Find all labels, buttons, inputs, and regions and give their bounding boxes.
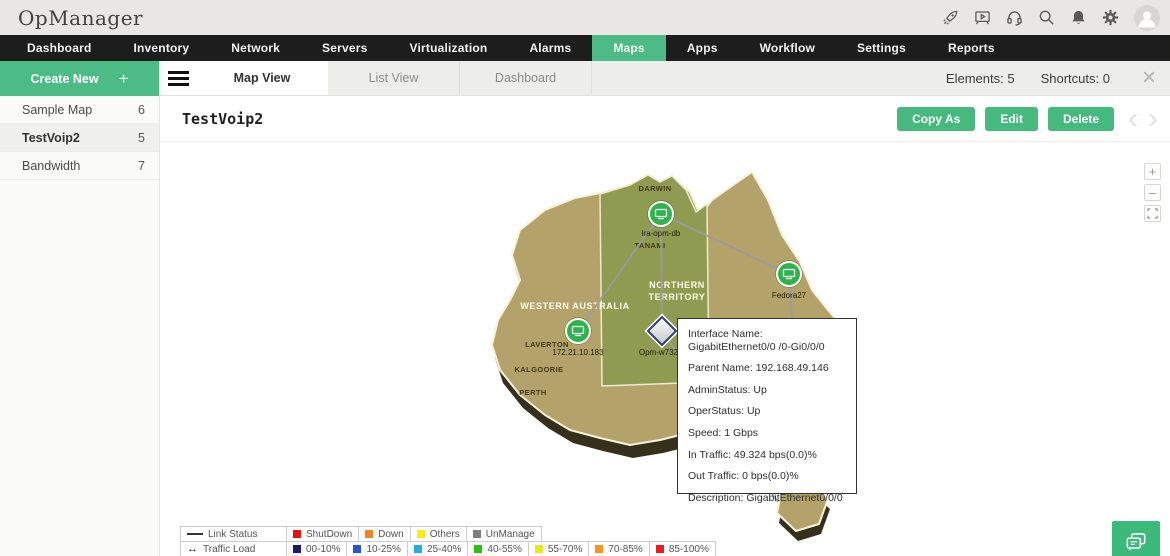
nav-item-workflow[interactable]: Workflow [739, 35, 836, 61]
top-bar: OpManager [0, 0, 1170, 35]
sidebar-item-sample-map[interactable]: Sample Map 6 [0, 96, 159, 124]
presentation-screen-icon[interactable] [974, 9, 991, 26]
sidebar-item-bandwidth[interactable]: Bandwidth 7 [0, 152, 159, 180]
tooltip-admin-status: AdminStatus: Up [688, 383, 767, 396]
zoom-out-button[interactable]: – [1144, 184, 1161, 201]
tooltip-in-traffic: In Traffic: 49.324 bps(0.0)% [688, 448, 817, 461]
label-kalgoorlie: KALGOORIE [514, 365, 563, 374]
tooltip-parent-name: Parent Name: 192.168.49.146 [688, 362, 829, 375]
create-new-button[interactable]: Create New + [0, 61, 159, 96]
map-name: Sample Map [22, 102, 93, 117]
legend-traffic-5: 70-85% [588, 541, 650, 556]
tooltip-description: Description: GigabitEthernet0/0/0 [688, 491, 843, 504]
next-map-chevron[interactable]: › [1148, 103, 1158, 134]
bell-icon[interactable] [1070, 9, 1087, 26]
nav-item-inventory[interactable]: Inventory [112, 35, 210, 61]
legend-link-status-row: Link Status ShutDown Down Others UnManag… [180, 526, 716, 542]
delete-button[interactable]: Delete [1047, 106, 1114, 131]
strip-info: Elements: 5 Shortcuts: 0 × [946, 61, 1170, 95]
node-label-fedora27: Fedora27 [772, 291, 807, 300]
sidebar-item-testvoip2[interactable]: TestVoip2 5 [0, 124, 159, 152]
search-icon[interactable] [1038, 9, 1055, 26]
double-arrow-icon: ↔ [187, 543, 198, 555]
label-western-australia: WESTERN AUSTRALIA [520, 301, 629, 311]
shortcuts-count: Shortcuts: 0 [1040, 70, 1110, 86]
legend-traffic-1: 10-25% [346, 541, 408, 556]
copy-as-button[interactable]: Copy As [897, 106, 976, 131]
tab-dashboard[interactable]: Dashboard [460, 61, 592, 95]
map-count: 5 [138, 130, 145, 145]
tooltip-speed: Speed: 1 Gbps [688, 426, 759, 439]
tab-map-view[interactable]: Map View [196, 61, 328, 95]
node-lra-opm-db[interactable] [647, 200, 675, 228]
legend-traffic-3: 40-55% [467, 541, 529, 556]
page-title: TestVoip2 [182, 109, 264, 128]
user-avatar[interactable] [1134, 4, 1160, 31]
label-perth: PERTH [519, 388, 546, 397]
link-line-icon [187, 533, 203, 535]
legend-traffic-load-header: ↔ Traffic Load [180, 541, 287, 556]
node-172-21-10-183[interactable] [564, 317, 592, 345]
tooltip-out-traffic: Out Traffic: 0 bps(0.0)% [688, 470, 799, 483]
zoom-in-button[interactable]: + [1144, 163, 1161, 180]
nav-item-dashboard[interactable]: Dashboard [6, 35, 112, 61]
legend-traffic-load-row: ↔ Traffic Load 00-10% 10-25% 25-40% 40-5… [180, 541, 716, 556]
nav-item-network[interactable]: Network [210, 35, 301, 61]
opmanager-app: OpManager Dashboard Inventory Network Se… [0, 0, 1170, 556]
map-count: 7 [138, 158, 145, 173]
tab-list-view[interactable]: List View [328, 61, 460, 95]
nav-item-settings[interactable]: Settings [836, 35, 927, 61]
headset-icon[interactable] [1006, 9, 1023, 26]
legend-others: Others [409, 526, 467, 542]
map-name: TestVoip2 [22, 130, 80, 145]
legend-down: Down [358, 526, 411, 542]
label-nt-2: TERRITORY [649, 292, 706, 302]
label-nt-1: NORTHERN [649, 280, 705, 290]
node-label-lra-opm-db: lra-opm-db [642, 229, 681, 238]
legend-traffic-2: 25-40% [406, 541, 469, 556]
node-label-172-21-10-183: 172.21.10.183 [552, 348, 604, 357]
tooltip-interface-name: Interface Name: GigabitEthernet0/0 /0-Gi… [688, 328, 825, 353]
label-darwin: DARWIN [638, 184, 671, 193]
nav-item-maps[interactable]: Maps [592, 35, 666, 61]
app-logo: OpManager [18, 5, 144, 30]
nav-item-servers[interactable]: Servers [301, 35, 388, 61]
legend-shutdown: ShutDown [286, 526, 360, 542]
nav-item-alarms[interactable]: Alarms [508, 35, 592, 61]
view-tab-strip: Map View List View Dashboard Elements: 5… [160, 61, 1170, 96]
chat-support-button[interactable] [1112, 521, 1160, 556]
menu-hamburger-icon[interactable] [160, 61, 196, 95]
nav-item-virtualization[interactable]: Virtualization [389, 35, 509, 61]
rocket-icon[interactable] [942, 9, 959, 26]
edit-button[interactable]: Edit [985, 106, 1038, 131]
gear-icon[interactable] [1102, 9, 1119, 26]
map-title-row: TestVoip2 Copy As Edit Delete ‹ › [160, 96, 1170, 142]
map-content: TestVoip2 Copy As Edit Delete ‹ › DARWIN… [160, 96, 1170, 556]
map-count: 6 [138, 102, 145, 117]
chat-bubbles-icon [1126, 533, 1146, 551]
nav-item-apps[interactable]: Apps [666, 35, 739, 61]
prev-map-chevron[interactable]: ‹ [1128, 103, 1138, 134]
nav-item-reports[interactable]: Reports [927, 35, 1016, 61]
map-legend: Link Status ShutDown Down Others UnManag… [180, 526, 716, 556]
map-name: Bandwidth [22, 158, 81, 173]
maps-sidebar: Create New + Sample Map 6 TestVoip2 5 Ba… [0, 61, 160, 556]
main-nav: Dashboard Inventory Network Servers Virt… [0, 35, 1170, 61]
elements-count: Elements: 5 [945, 70, 1015, 86]
map-actions: Copy As Edit Delete ‹ › [897, 103, 1158, 134]
legend-traffic-0: 00-10% [286, 541, 348, 556]
topbar-icons [942, 4, 1160, 31]
interface-tooltip: Interface Name: GigabitEthernet0/0 /0-Gi… [677, 318, 857, 504]
tooltip-oper-status: OperStatus: Up [688, 405, 761, 418]
legend-traffic-4: 55-70% [527, 541, 590, 556]
close-icon[interactable]: × [1142, 66, 1156, 90]
plus-icon: + [118, 68, 129, 88]
node-fedora27[interactable] [775, 260, 803, 288]
map-zoom-controls: + – [1144, 163, 1161, 222]
fit-screen-button[interactable] [1144, 205, 1161, 222]
create-new-label: Create New [30, 71, 99, 86]
legend-link-status-header: Link Status [180, 526, 287, 542]
legend-traffic-6: 85-100% [648, 541, 716, 556]
legend-unmanage: UnManage [465, 526, 542, 542]
